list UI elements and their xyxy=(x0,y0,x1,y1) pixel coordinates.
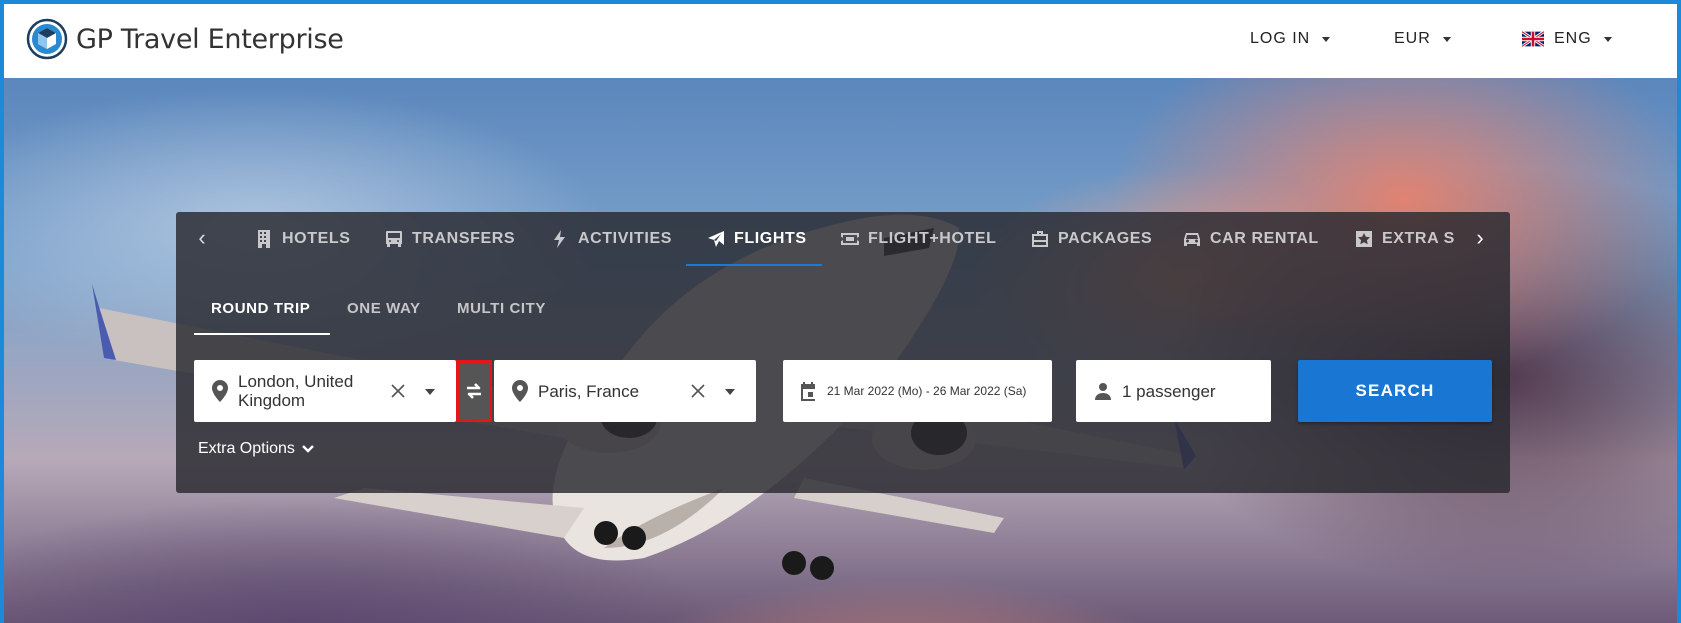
tab-label: FLIGHTS xyxy=(734,230,807,247)
swap-locations-button[interactable] xyxy=(456,360,492,422)
chevron-down-icon xyxy=(1322,36,1331,42)
active-tab-indicator xyxy=(686,264,822,266)
bus-icon xyxy=(386,231,402,247)
trip-round-trip[interactable]: ROUND TRIP xyxy=(211,300,310,317)
tab-flight-hotel[interactable]: FLIGHT+HOTEL xyxy=(840,224,997,254)
tab-label: TRANSFERS xyxy=(412,230,516,247)
tab-transfers[interactable]: TRANSFERS xyxy=(384,224,515,254)
tab-label: CAR RENTAL xyxy=(1210,230,1319,247)
bolt-icon xyxy=(554,230,565,248)
calendar-icon xyxy=(801,382,815,401)
product-tabs: ‹ HOTELS TRANSFERS ACTIVITIES FLIGHTS FL… xyxy=(176,212,1510,266)
logo-icon xyxy=(26,18,68,60)
building-icon xyxy=(258,230,270,248)
login-label: LOG IN xyxy=(1250,30,1311,47)
currency-label: EUR xyxy=(1394,30,1431,47)
passengers-field[interactable]: 1 passenger xyxy=(1076,360,1271,422)
car-icon xyxy=(1184,233,1200,246)
passengers-value: 1 passenger xyxy=(1122,381,1216,401)
tab-car-rental[interactable]: CAR RENTAL xyxy=(1182,224,1319,254)
language-menu[interactable]: ENG xyxy=(1522,30,1612,48)
date-range-value: 21 Mar 2022 (Mo) - 26 Mar 2022 (Sa) xyxy=(827,383,1027,398)
tab-label: ACTIVITIES xyxy=(578,230,673,247)
tabs-next-arrow-icon[interactable]: › xyxy=(1468,226,1492,250)
tab-label: HOTELS xyxy=(282,230,351,247)
currency-menu[interactable]: EUR xyxy=(1394,30,1451,48)
tab-label: EXTRA S xyxy=(1382,230,1455,247)
search-panel: ‹ HOTELS TRANSFERS ACTIVITIES FLIGHTS FL… xyxy=(176,212,1510,493)
chevron-down-icon[interactable] xyxy=(425,389,435,395)
origin-field[interactable]: London, United Kingdom xyxy=(194,360,456,422)
location-pin-icon xyxy=(212,380,228,402)
tab-activities[interactable]: ACTIVITIES xyxy=(550,224,672,254)
extra-options-toggle[interactable]: Extra Options xyxy=(198,440,315,458)
tab-packages[interactable]: PACKAGES xyxy=(1030,224,1152,254)
star-icon xyxy=(1356,231,1372,247)
extra-options-label: Extra Options xyxy=(198,440,295,457)
ticket-icon xyxy=(841,233,859,245)
swap-arrows-icon xyxy=(467,383,481,399)
login-menu[interactable]: LOG IN xyxy=(1250,30,1331,48)
briefcase-icon xyxy=(1032,231,1048,247)
tab-flights[interactable]: FLIGHTS xyxy=(706,224,807,254)
date-range-field[interactable]: 21 Mar 2022 (Mo) - 26 Mar 2022 (Sa) xyxy=(783,360,1052,422)
chevron-down-icon xyxy=(302,445,314,453)
tab-label: FLIGHT+HOTEL xyxy=(868,230,997,247)
tabs-prev-arrow-icon[interactable]: ‹ xyxy=(190,226,214,250)
origin-value: London, United Kingdom xyxy=(238,372,354,410)
chevron-down-icon xyxy=(1603,36,1612,42)
trip-one-way[interactable]: ONE WAY xyxy=(347,300,421,317)
brand-name: GP Travel Enterprise xyxy=(76,23,344,55)
language-label: ENG xyxy=(1554,30,1592,47)
uk-flag-icon xyxy=(1522,31,1544,47)
user-icon xyxy=(1095,383,1111,400)
brand-logo[interactable]: GP Travel Enterprise xyxy=(26,18,344,60)
clear-icon[interactable] xyxy=(690,383,706,399)
tab-extra-services[interactable]: EXTRA S xyxy=(1354,224,1455,254)
trip-multi-city[interactable]: MULTI CITY xyxy=(457,300,546,317)
plane-icon xyxy=(708,231,724,247)
chevron-down-icon[interactable] xyxy=(725,389,735,395)
chevron-down-icon xyxy=(1442,36,1451,42)
destination-value: Paris, France xyxy=(538,381,640,401)
location-pin-icon xyxy=(512,380,528,402)
tab-hotels[interactable]: HOTELS xyxy=(254,224,351,254)
search-button[interactable]: SEARCH xyxy=(1298,360,1492,422)
top-header: GP Travel Enterprise LOG IN EUR ENG xyxy=(4,4,1677,78)
destination-field[interactable]: Paris, France xyxy=(494,360,756,422)
active-trip-indicator xyxy=(194,333,330,335)
tab-label: PACKAGES xyxy=(1058,230,1153,247)
clear-icon[interactable] xyxy=(390,383,406,399)
